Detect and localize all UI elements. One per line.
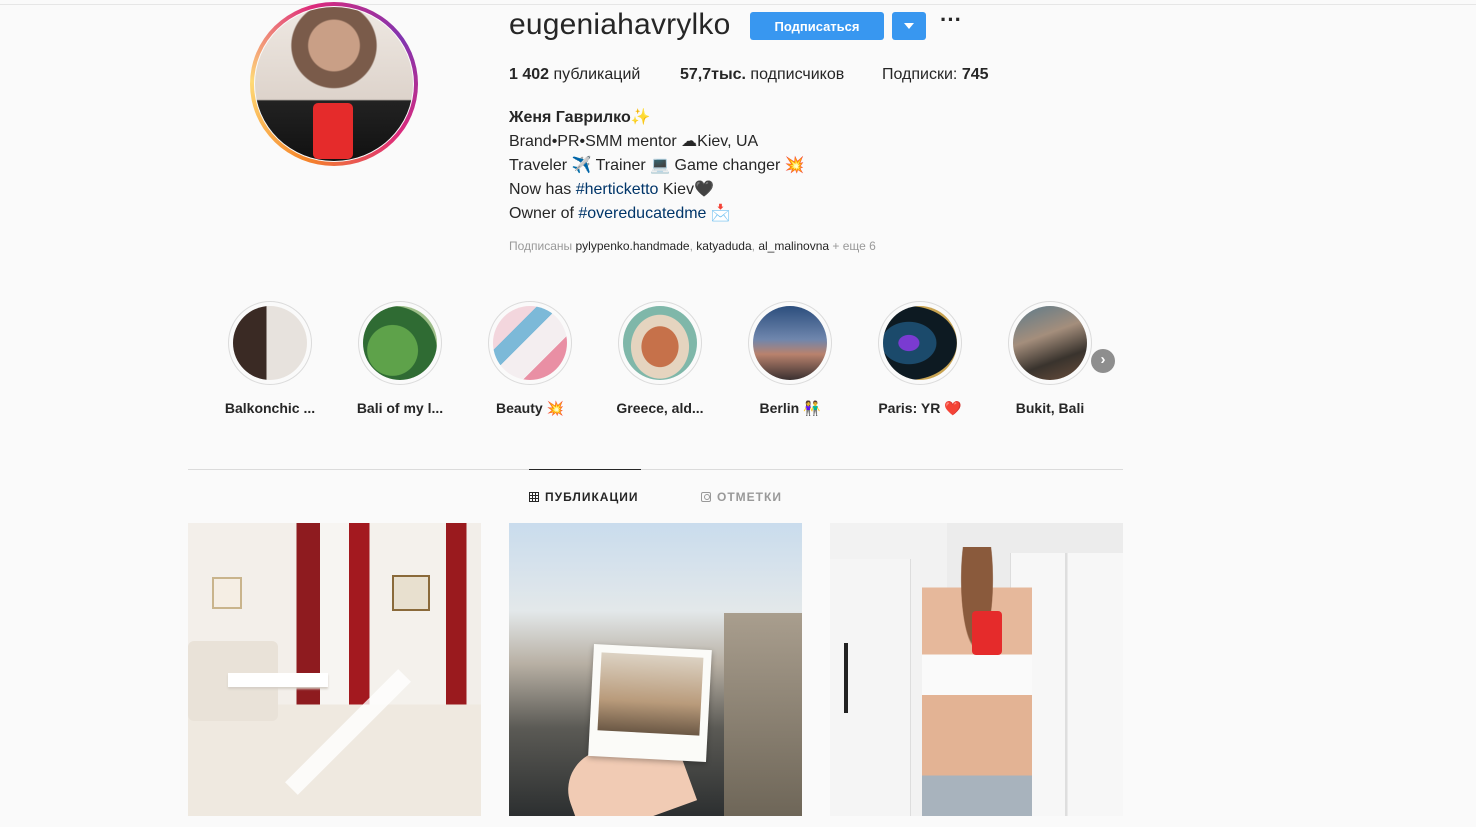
highlight-cover — [1013, 306, 1087, 380]
bio-text: 📩 — [706, 205, 731, 222]
followers-count-value[interactable]: 57,7тыс. — [680, 66, 746, 83]
highlight-label: Beauty 💥 — [495, 400, 564, 416]
tab-tagged-label: ОТМЕТКИ — [717, 490, 782, 504]
highlight-label: Paris: YR ❤️ — [878, 400, 962, 416]
photo-detail — [285, 669, 411, 795]
photo-detail — [588, 643, 712, 763]
bio-line-3: Now has #herticketto Kiev🖤 — [509, 179, 714, 199]
highlight-ring — [228, 301, 312, 385]
grid-icon — [529, 492, 539, 502]
highlight-cover — [363, 306, 437, 380]
highlight-cover — [233, 306, 307, 380]
highlight-ring — [748, 301, 832, 385]
tab-posts-label: ПУБЛИКАЦИИ — [545, 490, 639, 504]
highlight-item[interactable]: Beauty 💥 — [465, 301, 595, 417]
follow-button[interactable]: Подписаться — [750, 12, 884, 40]
profile-full-name: Женя Гаврилко✨ — [509, 109, 651, 126]
active-tab-indicator — [529, 469, 641, 470]
profile-avatar[interactable] — [250, 2, 418, 166]
photo-detail — [228, 673, 328, 687]
post-thumbnail[interactable] — [830, 523, 1123, 816]
bio-line-2: Traveler ✈️ Trainer 💻 Game changer 💥 — [509, 157, 805, 174]
photo-detail — [392, 575, 430, 611]
bio-text: Owner of — [509, 205, 579, 222]
highlight-ring — [1008, 301, 1092, 385]
following-count-value[interactable]: 745 — [962, 66, 989, 83]
top-divider — [0, 4, 1476, 5]
photo-detail — [922, 547, 1032, 816]
highlight-label: Bali of my l... — [356, 400, 444, 416]
highlight-label: Berlin 👫 — [759, 400, 821, 416]
highlight-ring — [878, 301, 962, 385]
bio-line-4: Owner of #overeducatedme 📩 — [509, 203, 731, 223]
photo-detail — [212, 577, 242, 609]
bio-text: Kiev🖤 — [658, 181, 714, 198]
highlight-item[interactable]: Balkonchic ... — [205, 301, 335, 416]
chevron-right-icon[interactable]: › — [1091, 349, 1115, 373]
following-count-label[interactable]: Подписки: — [882, 66, 962, 83]
followed-by-user-link[interactable]: pylypenko.handmade — [576, 239, 690, 253]
highlight-ring — [618, 301, 702, 385]
highlight-cover — [493, 306, 567, 380]
posts-count: 1 402 публикаций — [509, 66, 640, 84]
posts-count-label: публикаций — [549, 66, 641, 83]
post-thumbnail[interactable] — [509, 523, 802, 816]
following-count[interactable]: Подписки: 745 — [882, 66, 989, 84]
phone-in-photo — [313, 103, 353, 159]
photo-detail — [844, 643, 848, 713]
highlight-ring — [488, 301, 572, 385]
highlight-item[interactable]: Bali of my l... — [335, 301, 465, 416]
bio-text: Now has — [509, 181, 576, 198]
profile-username: eugeniahavrylko — [509, 8, 731, 41]
highlight-item[interactable]: Greece, ald... — [595, 301, 725, 416]
highlight-cover — [883, 306, 957, 380]
photo-detail — [724, 613, 802, 816]
tab-tagged[interactable]: ОТМЕТКИ — [701, 490, 782, 504]
photo-detail — [830, 559, 911, 816]
highlight-ring — [358, 301, 442, 385]
avatar-photo — [255, 7, 413, 161]
photo-detail — [597, 652, 704, 736]
highlight-item[interactable]: Paris: YR ❤️ — [855, 301, 985, 417]
highlight-label: Bukit, Bali — [1015, 400, 1085, 416]
followed-by: Подписаны pylypenko.handmade, katyaduda,… — [509, 239, 876, 253]
highlight-label: Balkonchic ... — [224, 400, 316, 416]
followed-by-more-link[interactable]: + еще 6 — [829, 239, 875, 253]
bio-line-1: Brand•PR•SMM mentor ☁Kiev, UA — [509, 133, 759, 150]
followed-by-user-link[interactable]: katyaduda — [696, 239, 751, 253]
hashtag-link[interactable]: #overeducatedme — [578, 205, 706, 222]
tab-posts[interactable]: ПУБЛИКАЦИИ — [529, 490, 638, 504]
post-thumbnail[interactable] — [188, 523, 481, 816]
follow-dropdown-button[interactable] — [892, 12, 926, 40]
highlight-label: Greece, ald... — [616, 400, 704, 416]
highlight-item[interactable]: Berlin 👫 — [725, 301, 855, 417]
tabs-divider — [188, 469, 1123, 470]
posts-count-value: 1 402 — [509, 66, 550, 83]
tag-icon — [701, 492, 711, 502]
followed-by-user-link[interactable]: al_malinovna — [758, 239, 829, 253]
caret-down-icon — [904, 23, 914, 29]
highlight-cover — [753, 306, 827, 380]
photo-detail — [972, 611, 1002, 655]
highlight-cover — [623, 306, 697, 380]
followers-count-label[interactable]: подписчиков — [746, 66, 844, 83]
followed-by-prefix: Подписаны — [509, 239, 576, 253]
more-options-icon[interactable]: ··· — [938, 8, 964, 36]
hashtag-link[interactable]: #herticketto — [576, 181, 659, 198]
followers-count[interactable]: 57,7тыс. подписчиков — [680, 66, 844, 84]
